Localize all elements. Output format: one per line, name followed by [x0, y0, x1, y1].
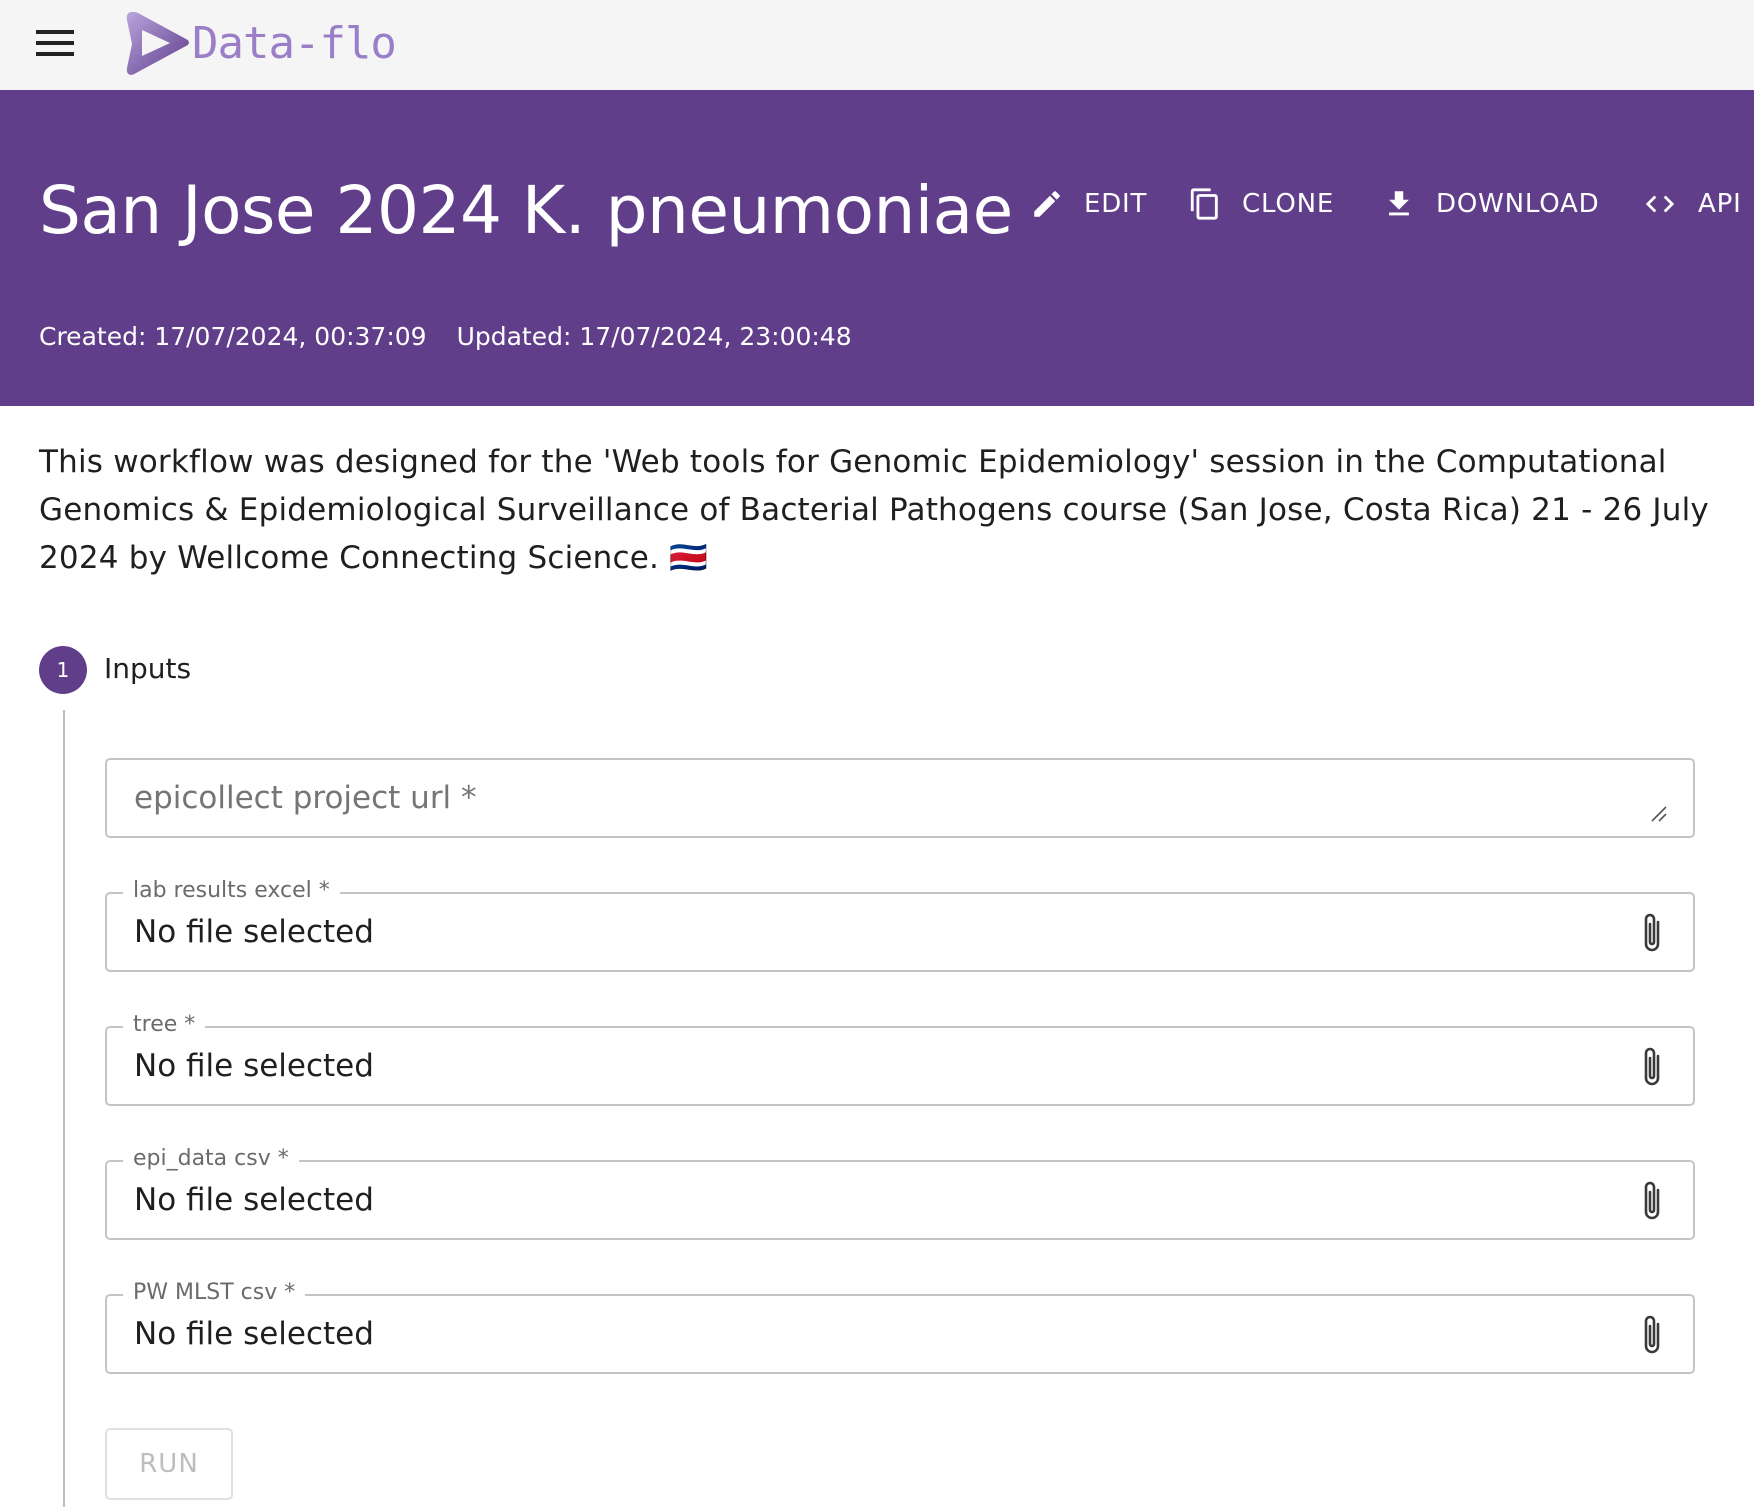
- epi-data-file-field[interactable]: epi_data csv * No file selected: [105, 1146, 1695, 1240]
- pw-mlst-file-field[interactable]: PW MLST csv * No file selected: [105, 1280, 1695, 1374]
- field-label: PW MLST csv *: [123, 1280, 306, 1305]
- logo-play-icon: [126, 12, 189, 75]
- api-label: API: [1698, 189, 1742, 219]
- download-button[interactable]: DOWNLOAD: [1382, 184, 1599, 224]
- edit-label: EDIT: [1084, 189, 1148, 219]
- field-label: tree *: [123, 1012, 206, 1037]
- edit-button[interactable]: EDIT: [1030, 184, 1147, 224]
- updated-timestamp: Updated: 17/07/2024, 23:00:48: [456, 322, 852, 351]
- download-label: DOWNLOAD: [1436, 189, 1600, 219]
- paperclip-icon[interactable]: [1637, 1044, 1667, 1090]
- top-app-bar: Data-flo: [0, 0, 1754, 90]
- clone-button[interactable]: CLONE: [1188, 184, 1334, 224]
- timestamps: Created: 17/07/2024, 00:37:09 Updated: 17…: [39, 322, 852, 351]
- created-timestamp: Created: 17/07/2024, 00:37:09: [39, 322, 427, 351]
- step-number-badge: 1: [39, 646, 87, 694]
- step-label: Inputs: [104, 652, 192, 685]
- file-value: No file selected: [134, 1316, 374, 1352]
- field-label: lab results excel *: [123, 878, 340, 903]
- resize-handle-icon[interactable]: [1649, 804, 1667, 822]
- file-value: No file selected: [134, 1182, 374, 1218]
- run-button[interactable]: RUN: [105, 1428, 233, 1500]
- step-connector-line: [63, 710, 65, 1507]
- code-icon: [1645, 195, 1675, 213]
- field-label: epi_data csv *: [123, 1146, 299, 1171]
- menu-icon[interactable]: [36, 29, 74, 59]
- app-logo[interactable]: Data-flo: [126, 8, 397, 78]
- epicollect-url-input[interactable]: epicollect project url *: [105, 758, 1695, 838]
- api-button[interactable]: API: [1642, 184, 1742, 224]
- clone-label: CLONE: [1242, 189, 1335, 219]
- pencil-icon: [1034, 191, 1060, 217]
- paperclip-icon[interactable]: [1637, 910, 1667, 956]
- download-icon: [1389, 191, 1409, 216]
- file-value: No file selected: [134, 1048, 374, 1084]
- app-logo-text: Data-flo: [192, 17, 397, 69]
- workflow-description: This workflow was designed for the 'Web …: [39, 444, 1709, 576]
- workflow-header: San Jose 2024 K. pneumoniae EDIT CLONE D…: [0, 90, 1754, 406]
- paperclip-icon[interactable]: [1637, 1312, 1667, 1358]
- copy-icon: [1190, 188, 1218, 220]
- file-value: No file selected: [134, 914, 374, 950]
- epicollect-url-placeholder: epicollect project url *: [134, 780, 477, 816]
- page-title: San Jose 2024 K. pneumoniae: [39, 172, 1013, 249]
- tree-file-field[interactable]: tree * No file selected: [105, 1012, 1695, 1106]
- paperclip-icon[interactable]: [1637, 1178, 1667, 1224]
- lab-results-file-field[interactable]: lab results excel * No file selected: [105, 878, 1695, 972]
